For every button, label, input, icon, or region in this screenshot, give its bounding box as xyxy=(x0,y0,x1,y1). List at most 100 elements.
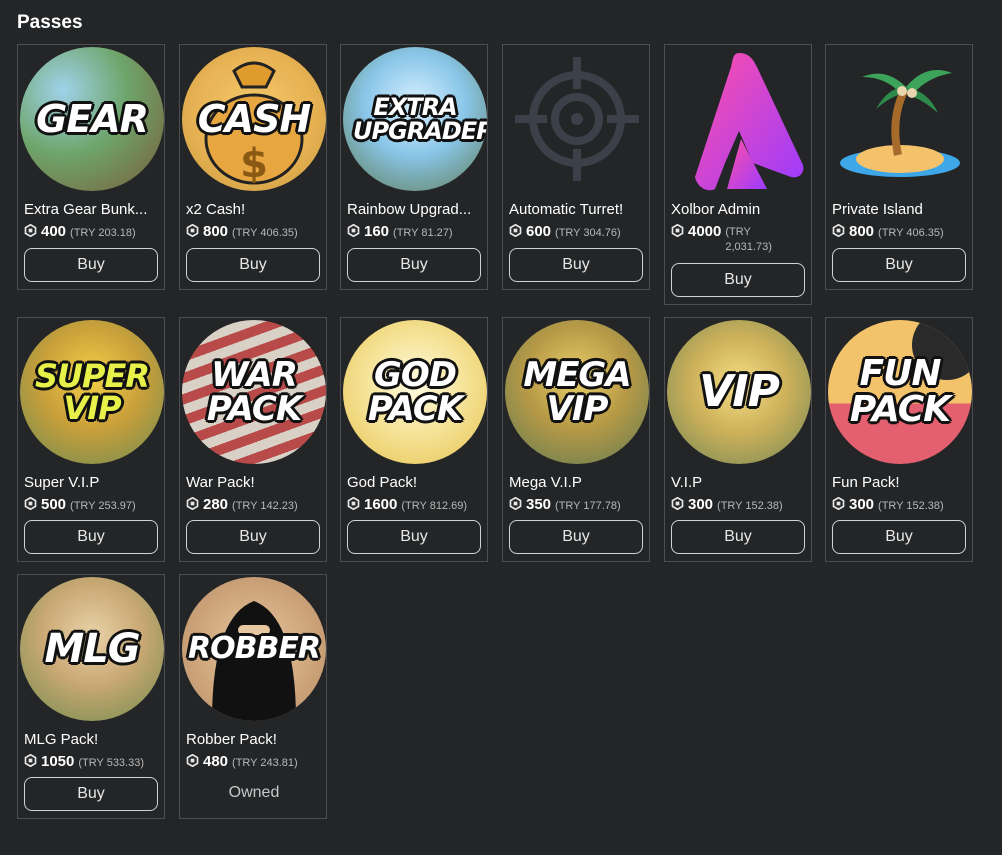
price-row: 400 (TRY 203.18) xyxy=(24,223,164,240)
price-local: (TRY 812.69) xyxy=(401,500,468,512)
mlg-pack-pass-thumbnail[interactable]: MLG xyxy=(20,577,164,721)
buy-button[interactable]: Buy xyxy=(509,520,643,554)
pass-card[interactable]: FUN PACK Fun Pack! 300 (TRY 152.38) Buy xyxy=(825,317,973,562)
pass-card[interactable]: VIP V.I.P 300 (TRY 152.38) Buy xyxy=(664,317,812,562)
pass-name[interactable]: Automatic Turret! xyxy=(509,201,645,218)
thumbnail-label: SUPER VIP xyxy=(35,357,150,427)
pass-card[interactable]: GOD PACK God Pack! 1600 (TRY 812.69) Buy xyxy=(340,317,488,562)
pass-card[interactable]: EXTRA UPGRADER Rainbow Upgrad... 160 (TR… xyxy=(340,44,488,290)
robber-pack-pass-thumbnail[interactable]: ROBBER xyxy=(182,577,326,721)
buy-button[interactable]: Buy xyxy=(24,248,158,282)
palm-island-icon xyxy=(840,70,960,177)
price-row: 160 (TRY 81.27) xyxy=(347,223,487,240)
buy-button[interactable]: Buy xyxy=(347,248,481,282)
price-value: 160 xyxy=(364,223,390,240)
thumbnail-label: EXTRA UPGRADER xyxy=(353,93,487,145)
vip-pass-thumbnail[interactable]: VIP xyxy=(667,320,811,464)
robux-icon xyxy=(832,224,845,237)
pass-name[interactable]: God Pack! xyxy=(347,474,483,491)
pass-card[interactable]: MEGA VIP Mega V.I.P 350 (TRY 177.78) Buy xyxy=(502,317,650,562)
price-local: (TRY 81.27) xyxy=(393,227,453,239)
price-value: 4000 xyxy=(688,223,722,240)
thumbnail-label: MLG xyxy=(44,626,140,672)
robux-icon xyxy=(671,224,684,237)
pass-card[interactable]: MLG MLG Pack! 1050 (TRY 533.33) Buy xyxy=(17,574,165,819)
price-row: 4000 (TRY 2,031.73) xyxy=(671,223,811,255)
page-title: Passes xyxy=(17,12,83,33)
turret-pass-thumbnail[interactable] xyxy=(505,47,649,191)
thumbnail-label: WAR PACK xyxy=(206,355,302,429)
price-local: (TRY 406.35) xyxy=(232,227,298,239)
buy-button[interactable]: Buy xyxy=(24,777,158,811)
price-value: 800 xyxy=(203,223,229,240)
pass-name[interactable]: Xolbor Admin xyxy=(671,201,807,218)
upgrader-pass-thumbnail[interactable]: EXTRA UPGRADER xyxy=(343,47,487,191)
pass-name[interactable]: V.I.P xyxy=(671,474,807,491)
mega-vip-pass-thumbnail[interactable]: MEGA VIP xyxy=(505,320,649,464)
price-value: 600 xyxy=(526,223,552,240)
price-row: 280 (TRY 142.23) xyxy=(186,496,326,513)
price-local: (TRY 533.33) xyxy=(78,757,145,769)
pass-name[interactable]: Extra Gear Bunk... xyxy=(24,201,160,218)
cash-pass-thumbnail[interactable]: $ CASH xyxy=(182,47,326,191)
buy-button[interactable]: Buy xyxy=(347,520,481,554)
pass-name[interactable]: MLG Pack! xyxy=(24,731,160,748)
buy-button[interactable]: Buy xyxy=(671,263,805,297)
price-local: (TRY 152.38) xyxy=(717,500,783,512)
buy-button[interactable]: Buy xyxy=(24,520,158,554)
price-value: 1600 xyxy=(364,496,398,513)
price-value: 1050 xyxy=(41,753,75,770)
price-row: 600 (TRY 304.76) xyxy=(509,223,649,240)
buy-button[interactable]: Buy xyxy=(186,248,320,282)
thumbnail-label: VIP xyxy=(699,366,780,417)
thumbnail-label: FUN PACK xyxy=(849,353,951,430)
pass-name[interactable]: Rainbow Upgrad... xyxy=(347,201,483,218)
buy-button[interactable]: Buy xyxy=(671,520,805,554)
pass-name[interactable]: Robber Pack! xyxy=(186,731,322,748)
price-row: 1600 (TRY 812.69) xyxy=(347,496,487,513)
gear-pass-thumbnail[interactable]: GEAR xyxy=(20,47,164,191)
price-row: 500 (TRY 253.97) xyxy=(24,496,164,513)
thumbnail-label: GEAR xyxy=(36,97,149,141)
super-vip-pass-thumbnail[interactable]: SUPER VIP xyxy=(20,320,164,464)
pass-name[interactable]: Private Island xyxy=(832,201,968,218)
price-row: 300 (TRY 152.38) xyxy=(671,496,811,513)
pass-card[interactable]: Private Island 800 (TRY 406.35) Buy xyxy=(825,44,973,290)
buy-button[interactable]: Buy xyxy=(832,520,966,554)
god-pack-pass-thumbnail[interactable]: GOD PACK xyxy=(343,320,487,464)
pass-card[interactable]: SUPER VIP Super V.I.P 500 (TRY 253.97) B… xyxy=(17,317,165,562)
pass-card[interactable]: Automatic Turret! 600 (TRY 304.76) Buy xyxy=(502,44,650,290)
price-local: (TRY 152.38) xyxy=(878,500,944,512)
admin-pass-thumbnail[interactable] xyxy=(667,47,811,191)
pass-name[interactable]: War Pack! xyxy=(186,474,322,491)
pass-name[interactable]: Super V.I.P xyxy=(24,474,160,491)
price-value: 800 xyxy=(849,223,875,240)
pass-name[interactable]: Fun Pack! xyxy=(832,474,968,491)
pass-name[interactable]: x2 Cash! xyxy=(186,201,322,218)
thumbnail-label: MEGA VIP xyxy=(523,355,631,429)
crosshair-icon xyxy=(515,57,639,181)
buy-button[interactable]: Buy xyxy=(186,520,320,554)
price-value: 500 xyxy=(41,496,67,513)
pass-card[interactable]: Xolbor Admin 4000 (TRY 2,031.73) Buy xyxy=(664,44,812,305)
island-pass-thumbnail[interactable] xyxy=(828,47,972,191)
robux-icon xyxy=(186,754,199,767)
price-value: 350 xyxy=(526,496,552,513)
price-value: 300 xyxy=(849,496,875,513)
thumbnail-label: GOD PACK xyxy=(367,355,463,429)
svg-text:$: $ xyxy=(240,141,268,187)
pass-card[interactable]: ROBBER Robber Pack! 480 (TRY 243.81) Own… xyxy=(179,574,327,819)
pass-card[interactable]: GEAR Extra Gear Bunk... 400 (TRY 203.18)… xyxy=(17,44,165,290)
pass-card[interactable]: $ CASH x2 Cash! 800 (TRY 406.35) Buy xyxy=(179,44,327,290)
pass-name[interactable]: Mega V.I.P xyxy=(509,474,645,491)
buy-button[interactable]: Buy xyxy=(509,248,643,282)
robux-icon xyxy=(671,497,684,510)
fun-pack-pass-thumbnail[interactable]: FUN PACK xyxy=(828,320,972,464)
price-row: 800 (TRY 406.35) xyxy=(832,223,972,240)
price-local: (TRY 304.76) xyxy=(555,227,621,239)
buy-button[interactable]: Buy xyxy=(832,248,966,282)
price-value: 280 xyxy=(203,496,229,513)
pass-card[interactable]: WAR PACK War Pack! 280 (TRY 142.23) Buy xyxy=(179,317,327,562)
war-pack-pass-thumbnail[interactable]: WAR PACK xyxy=(182,320,326,464)
price-row: 350 (TRY 177.78) xyxy=(509,496,649,513)
